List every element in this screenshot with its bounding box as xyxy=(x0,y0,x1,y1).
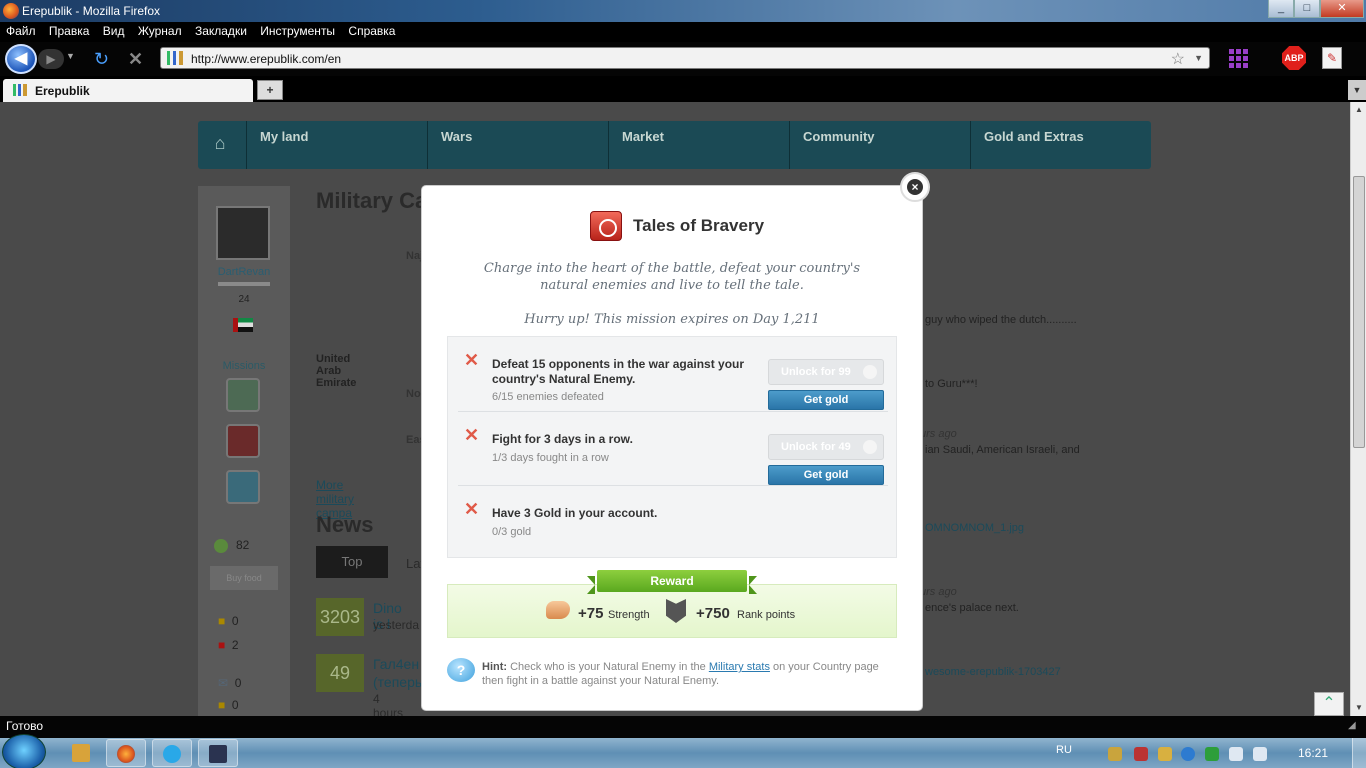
history-dropdown-icon[interactable]: ▼ xyxy=(66,51,75,61)
task-progress: 0/3 gold xyxy=(492,526,532,538)
tab-strip: Erepublik xyxy=(0,76,1366,102)
speed-dial-grid-icon[interactable] xyxy=(1229,48,1249,68)
language-indicator[interactable]: RU xyxy=(1056,744,1072,756)
gold-coin-icon xyxy=(863,365,877,379)
incomplete-x-icon: ✕ xyxy=(464,425,480,445)
url-dropdown-icon[interactable]: ▼ xyxy=(1194,53,1203,63)
site-favicon-icon xyxy=(167,51,183,65)
tab-label: Erepublik xyxy=(35,84,90,98)
task-progress: 6/15 enemies defeated xyxy=(492,391,604,403)
page-scrollbar[interactable]: ▲ ▼ xyxy=(1350,102,1366,716)
maximize-button[interactable]: □ xyxy=(1294,0,1320,18)
windows-taskbar: RU 16:21 xyxy=(0,734,1366,768)
taskbar-app[interactable] xyxy=(198,739,238,767)
tab-favicon-icon xyxy=(13,84,27,96)
modal-title: Tales of Bravery xyxy=(633,216,765,235)
rank-reward-value: +750 xyxy=(696,605,730,622)
taskbar-skype[interactable] xyxy=(152,739,192,767)
tray-torrent-icon[interactable] xyxy=(1205,747,1219,761)
scroll-up-icon[interactable]: ▲ xyxy=(1351,102,1366,118)
forward-button[interactable]: ▶ xyxy=(38,49,64,69)
menu-history[interactable]: Журнал xyxy=(132,22,186,38)
back-button[interactable]: ◀ xyxy=(5,44,37,74)
menu-tools[interactable]: Инструменты xyxy=(254,22,339,38)
reload-icon[interactable]: ↻ xyxy=(94,49,114,69)
firefox-icon xyxy=(3,3,19,19)
resize-grip-icon[interactable]: ◢ xyxy=(1348,720,1362,734)
minimize-button[interactable]: _ xyxy=(1268,0,1294,18)
task-title: Defeat 15 opponents in the war against y… xyxy=(492,357,745,386)
get-gold-button[interactable]: Get gold xyxy=(768,465,884,485)
rank-chevron-icon xyxy=(666,599,686,623)
task-item: ✕ Fight for 3 days in a row. 1/3 days fo… xyxy=(458,411,888,485)
military-stats-link[interactable]: Military stats xyxy=(709,661,770,673)
tray-mail-icon[interactable] xyxy=(1134,747,1148,761)
incomplete-x-icon: ✕ xyxy=(464,499,480,519)
hint-question-icon: ? xyxy=(447,658,475,682)
task-title: Have 3 Gold in your account. xyxy=(492,506,658,520)
mission-expiry: Hurry up! This mission expires on Day 1,… xyxy=(524,312,820,327)
menu-file[interactable]: Файл xyxy=(0,22,40,38)
network-icon[interactable] xyxy=(1253,747,1267,761)
tray-power-icon[interactable] xyxy=(1181,747,1195,761)
get-gold-button[interactable]: Get gold xyxy=(768,390,884,410)
modal-description: Charge into the heart of the battle, def… xyxy=(483,261,861,293)
reward-ribbon: Reward xyxy=(587,570,757,594)
scroll-down-icon[interactable]: ▼ xyxy=(1351,700,1366,716)
strength-reward-value: +75 xyxy=(578,605,604,622)
bookmark-star-icon[interactable]: ☆ xyxy=(1171,49,1185,69)
address-bar[interactable]: http://www.erepublik.com/en ☆ ▼ xyxy=(160,47,1210,69)
task-progress: 1/3 days fought in a row xyxy=(492,452,609,464)
menu-bar: Файл Правка Вид Журнал Закладки Инструме… xyxy=(0,22,1366,42)
task-list: ✕ Defeat 15 opponents in the war against… xyxy=(447,336,897,558)
scrollbar-thumb[interactable] xyxy=(1353,176,1365,448)
status-text: Готово xyxy=(6,719,44,733)
gold-coin-icon xyxy=(863,440,877,454)
close-icon[interactable]: × xyxy=(907,179,923,195)
incomplete-x-icon: ✕ xyxy=(464,350,480,370)
tab-erepublik[interactable]: Erepublik xyxy=(3,79,253,102)
close-modal-button[interactable]: × xyxy=(900,172,930,202)
start-button[interactable] xyxy=(2,734,46,768)
close-window-button[interactable]: ✕ xyxy=(1320,0,1364,18)
menu-view[interactable]: Вид xyxy=(97,22,129,38)
status-bar: Готово ◢ xyxy=(0,716,1366,738)
skype-icon xyxy=(163,745,181,763)
shield-icon xyxy=(209,745,227,763)
menu-bookmarks[interactable]: Закладки xyxy=(189,22,251,38)
tray-tool-icon[interactable] xyxy=(1158,747,1172,761)
hint-text: Hint: Check who is your Natural Enemy in… xyxy=(482,661,879,687)
task-title: Fight for 3 days in a row. xyxy=(492,432,633,446)
rank-reward-label: Rank points xyxy=(737,609,796,621)
mission-modal: Tales of Bravery Charge into the heart o… xyxy=(422,186,922,710)
menu-help[interactable]: Справка xyxy=(342,22,399,38)
tray-app-icon[interactable] xyxy=(1108,747,1122,761)
window-title: Erepublik - Mozilla Firefox xyxy=(22,4,161,18)
stop-icon[interactable]: ✕ xyxy=(128,49,148,69)
strength-reward-label: Strength xyxy=(608,609,650,621)
system-clock[interactable]: 16:21 xyxy=(1298,746,1328,760)
reward-box: +75 Strength +750 Rank points xyxy=(447,584,897,638)
new-tab-button[interactable]: + xyxy=(257,80,283,100)
unlock-task-button[interactable]: Unlock for 99 xyxy=(768,359,884,385)
task-item: ✕ Defeat 15 opponents in the war against… xyxy=(458,337,888,411)
firefox-icon xyxy=(117,745,135,763)
task-item: ✕ Have 3 Gold in your account. 0/3 gold xyxy=(458,485,888,559)
quicklaunch-icon[interactable] xyxy=(62,739,102,767)
bravery-mission-icon xyxy=(590,211,622,241)
menu-edit[interactable]: Правка xyxy=(43,22,94,38)
unlock-task-button[interactable]: Unlock for 49 xyxy=(768,434,884,460)
window-titlebar: Erepublik - Mozilla Firefox _ □ ✕ xyxy=(0,0,1366,22)
taskbar-firefox[interactable] xyxy=(106,739,146,767)
notepad-icon[interactable]: ✎ xyxy=(1322,47,1342,69)
show-desktop-button[interactable] xyxy=(1352,738,1366,768)
volume-icon[interactable] xyxy=(1229,747,1243,761)
url-text[interactable]: http://www.erepublik.com/en xyxy=(191,52,341,66)
strength-arm-icon xyxy=(546,601,570,619)
tab-list-dropdown-icon[interactable]: ▼ xyxy=(1348,80,1366,100)
